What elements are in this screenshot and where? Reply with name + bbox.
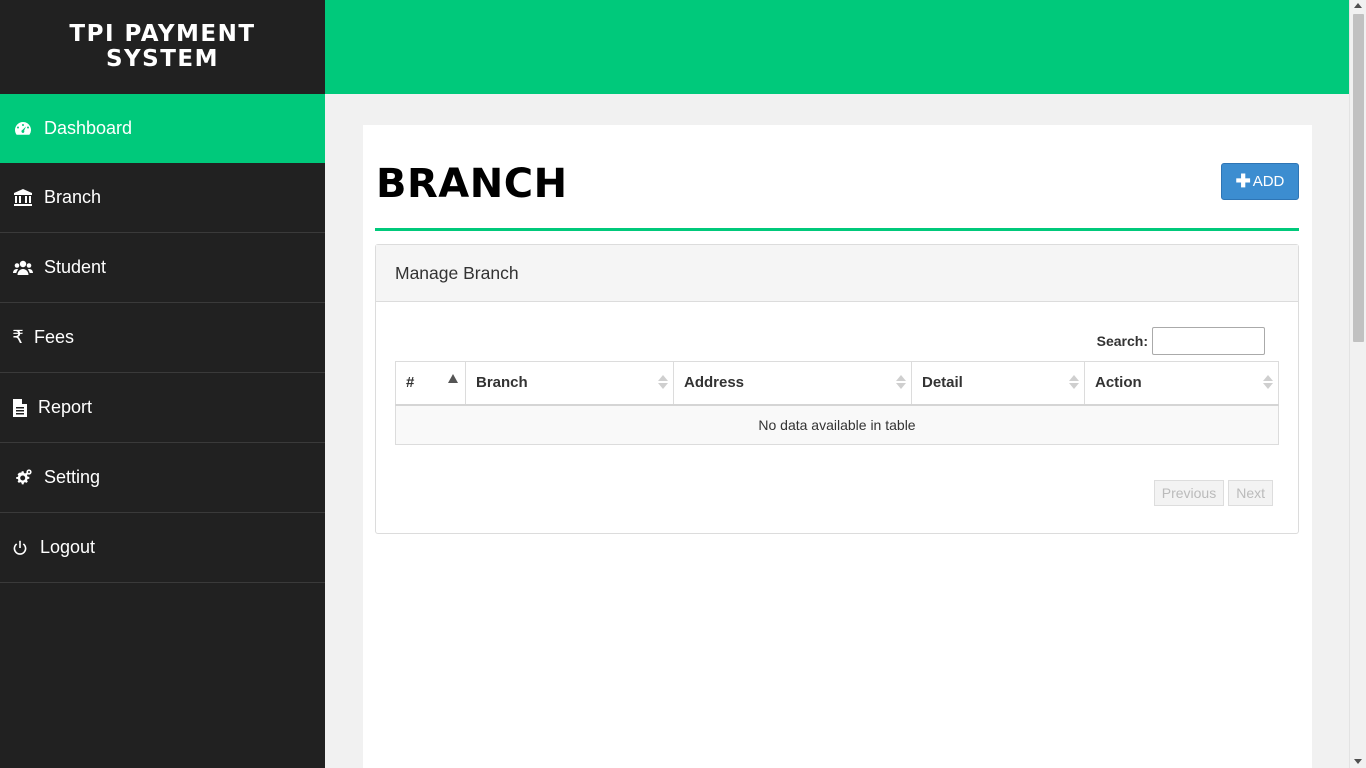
column-header-index[interactable]: # bbox=[395, 361, 466, 406]
sidebar-item-label: Branch bbox=[44, 187, 102, 207]
next-page-button[interactable]: Next bbox=[1228, 480, 1273, 506]
sort-icon bbox=[1263, 375, 1273, 389]
sidebar: TPI PAYMENT SYSTEM Dashboard Branch Stud… bbox=[0, 0, 325, 768]
app-brand: TPI PAYMENT SYSTEM bbox=[69, 21, 256, 72]
column-header-action[interactable]: Action bbox=[1084, 361, 1279, 406]
add-branch-button[interactable]: ✚ ADD bbox=[1221, 163, 1299, 200]
column-label: Address bbox=[684, 374, 745, 392]
add-button-label: ADD bbox=[1252, 173, 1285, 190]
users-icon bbox=[12, 257, 34, 279]
previous-page-button[interactable]: Previous bbox=[1153, 480, 1225, 506]
pagination: Previous Next bbox=[1153, 480, 1273, 506]
gears-icon bbox=[12, 467, 34, 489]
column-label: Branch bbox=[476, 374, 528, 392]
empty-table-message: No data available in table bbox=[395, 404, 1279, 445]
column-header-branch[interactable]: Branch bbox=[465, 361, 674, 406]
column-label: # bbox=[406, 374, 415, 392]
table-header-row: # Branch Address Detail Action bbox=[395, 361, 1279, 406]
sidebar-item-branch[interactable]: Branch bbox=[0, 163, 325, 233]
sidebar-item-dashboard[interactable]: Dashboard bbox=[0, 94, 325, 163]
branch-table: # Branch Address Detail Action No data a… bbox=[395, 361, 1279, 445]
file-icon bbox=[12, 397, 28, 419]
sidebar-item-label: Report bbox=[38, 397, 93, 417]
sidebar-item-label: Fees bbox=[34, 327, 75, 347]
search-label: Search: bbox=[1096, 333, 1148, 349]
sidebar-item-label: Dashboard bbox=[44, 118, 133, 138]
sidebar-item-report[interactable]: Report bbox=[0, 373, 325, 443]
scrollbar-thumb[interactable] bbox=[1353, 14, 1364, 342]
sidebar-item-label: Logout bbox=[40, 537, 96, 557]
column-header-detail[interactable]: Detail bbox=[911, 361, 1085, 406]
sort-icon bbox=[658, 375, 668, 389]
scroll-up-arrow-icon[interactable] bbox=[1354, 3, 1362, 8]
sort-icon bbox=[896, 375, 906, 389]
search-input[interactable] bbox=[1152, 327, 1265, 355]
manage-branch-panel: Manage Branch Search: # Branch Address D… bbox=[375, 244, 1299, 534]
sidebar-item-fees[interactable]: ₹ Fees bbox=[0, 303, 325, 373]
page-scrollbar[interactable] bbox=[1349, 0, 1366, 768]
sidebar-item-logout[interactable]: Logout bbox=[0, 513, 325, 583]
bank-icon bbox=[12, 187, 34, 209]
column-label: Detail bbox=[922, 374, 963, 392]
table-search: Search: bbox=[1097, 327, 1265, 355]
title-divider bbox=[375, 228, 1299, 231]
scroll-down-arrow-icon[interactable] bbox=[1354, 759, 1362, 764]
main-content: BRANCH ✚ ADD Manage Branch Search: # Bra… bbox=[363, 125, 1312, 768]
rupee-icon: ₹ bbox=[12, 327, 24, 348]
sort-icon bbox=[1069, 375, 1079, 389]
dashboard-icon bbox=[12, 118, 34, 140]
table-row: No data available in table bbox=[395, 404, 1279, 445]
power-icon bbox=[12, 537, 28, 559]
panel-heading: Manage Branch bbox=[376, 245, 1298, 302]
sidebar-item-setting[interactable]: Setting bbox=[0, 443, 325, 513]
sort-ascending-icon bbox=[448, 374, 458, 383]
sidebar-item-student[interactable]: Student bbox=[0, 233, 325, 303]
sidebar-item-label: Setting bbox=[44, 467, 101, 487]
column-header-address[interactable]: Address bbox=[673, 361, 912, 406]
page-title: BRANCH bbox=[376, 161, 568, 207]
column-label: Action bbox=[1095, 374, 1142, 392]
sidebar-item-label: Student bbox=[44, 257, 107, 277]
top-bar bbox=[325, 0, 1349, 94]
plus-icon: ✚ bbox=[1235, 171, 1251, 191]
